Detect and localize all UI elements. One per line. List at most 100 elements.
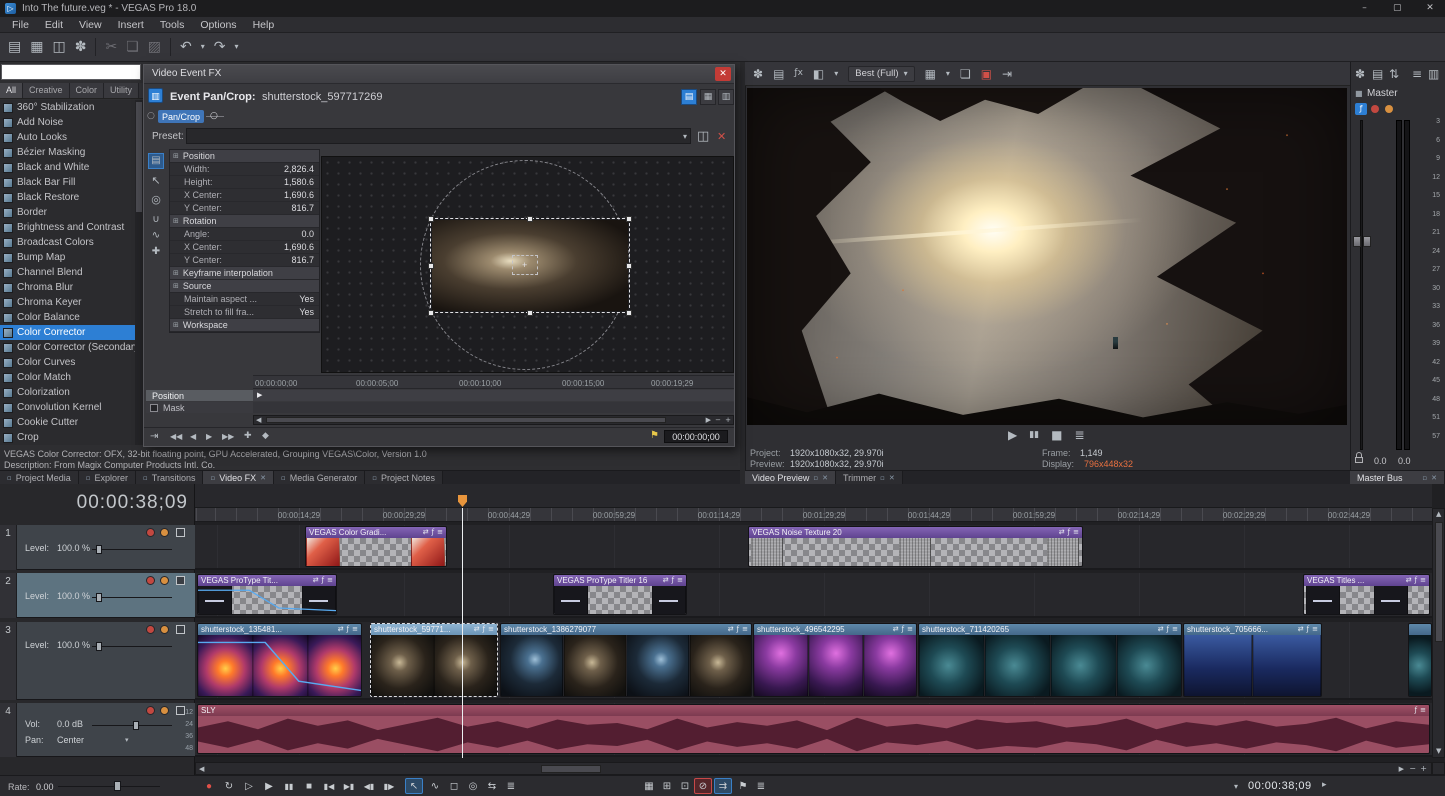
event-fx-icon[interactable]: ƒ <box>902 626 904 633</box>
fx-list-item[interactable]: Channel Blend <box>0 265 143 280</box>
level-value[interactable]: 100.0 % <box>57 591 90 601</box>
timeline-event-protype-titler-16[interactable]: ≡ƒ⇄VEGAS ProType Titler 16 <box>553 574 687 615</box>
next-frame-button[interactable]: ▮▶ <box>380 778 398 794</box>
fx-list-item[interactable]: Brightness and Contrast <box>0 220 143 235</box>
event-stretch-icon[interactable]: ⇄ <box>893 626 899 633</box>
crop-handle[interactable] <box>428 216 434 222</box>
crop-handle[interactable] <box>527 216 533 222</box>
transport-timecode-display[interactable]: 00:00:38;09 <box>1248 780 1312 792</box>
edit-tool-menu-button[interactable]: ≣ <box>502 778 520 794</box>
menu-view[interactable]: View <box>71 19 110 31</box>
property-group-rotation[interactable]: ⊞Rotation <box>170 215 319 228</box>
property-value[interactable]: 2,826.4 <box>284 164 314 174</box>
enable-snapping-button[interactable]: ▦ <box>640 778 658 794</box>
timeline-event-shutterstock-2[interactable]: ≡ƒ⇄shutterstock_1386279077 <box>500 623 752 697</box>
master-fx-chain-icon[interactable]: ƒ <box>1355 103 1367 115</box>
event-menu-icon[interactable]: ≡ <box>352 626 358 633</box>
expand-icon[interactable]: ⊞ <box>173 153 179 160</box>
normal-edit-tool-button[interactable]: ↖ <box>405 778 423 794</box>
undo-icon[interactable]: ↶ <box>180 40 192 54</box>
zoom-edit-tool-icon[interactable]: ◎ <box>148 191 164 207</box>
stop-button[interactable]: ■ <box>300 778 318 794</box>
pause-icon[interactable]: ▮▮ <box>1029 431 1039 441</box>
first-keyframe-icon[interactable]: ◀◀ <box>170 433 182 441</box>
track-fx-button[interactable] <box>176 576 185 585</box>
property-group-position[interactable]: ⊞Position <box>170 150 319 163</box>
level-slider-handle[interactable] <box>96 545 102 554</box>
fx-list-item[interactable]: 360° Stabilization <box>0 100 143 115</box>
playhead-cursor[interactable] <box>462 508 463 758</box>
scrollbar-thumb[interactable] <box>266 417 666 423</box>
crop-center-crosshair[interactable]: + <box>522 260 527 270</box>
kf-cursor-icon[interactable]: ▶ <box>257 392 262 399</box>
menu-file[interactable]: File <box>4 19 37 31</box>
track-number[interactable]: 3 <box>0 622 17 700</box>
timeline-event-audio-sly[interactable]: ≡ƒSLY <box>197 704 1430 754</box>
volume-slider-handle[interactable] <box>133 721 139 730</box>
tab-creative[interactable]: Creative <box>23 83 70 98</box>
redo-dropdown-icon[interactable]: ▾ <box>234 43 238 51</box>
master-fader-handle-left[interactable] <box>1353 236 1361 247</box>
menu-edit[interactable]: Edit <box>37 19 71 31</box>
fx-list-item[interactable]: Crop <box>0 430 143 445</box>
fx-list-item[interactable]: Color Curves <box>0 355 143 370</box>
title-bar[interactable]: ▷ Into The future.veg * - VEGAS Pro 18.0… <box>0 0 1445 17</box>
event-menu-icon[interactable]: ≡ <box>1073 529 1079 536</box>
previous-keyframe-icon[interactable]: ◀ <box>190 433 196 441</box>
event-menu-icon[interactable]: ≡ <box>1172 626 1178 633</box>
crop-handle[interactable] <box>626 310 632 316</box>
undock-icon[interactable]: ▫ <box>1422 475 1427 482</box>
kf-row-mask-label[interactable]: Mask <box>146 402 253 413</box>
fx-list-item[interactable]: Border <box>0 205 143 220</box>
event-fx-icon[interactable]: ƒ <box>483 626 485 633</box>
master-fader-value-right[interactable]: 0.0 <box>1398 456 1411 466</box>
kf-timeline-scrollbar[interactable]: ◀ ▶ − + <box>253 415 734 425</box>
stop-icon[interactable]: ■ <box>1051 429 1062 441</box>
zoom-out-icon[interactable]: − <box>715 417 721 424</box>
timeline-event-partial[interactable] <box>1408 623 1432 697</box>
scrollbar-thumb[interactable] <box>1435 522 1443 642</box>
volume-value[interactable]: 0.0 dB <box>57 719 83 729</box>
master-meter-options-icon[interactable]: ▥ <box>1428 68 1439 80</box>
fx-list-item[interactable]: Convolution Kernel <box>0 400 143 415</box>
track-automation-button[interactable] <box>160 576 169 585</box>
next-keyframe-icon[interactable]: ▶ <box>206 433 212 441</box>
crop-handle[interactable] <box>428 310 434 316</box>
layout-grid-icon[interactable]: ▦ <box>700 89 716 105</box>
fx-list-scrollbar[interactable] <box>135 100 143 445</box>
slip-tool-button[interactable]: ⇆ <box>483 778 501 794</box>
zoom-edit-tool-button[interactable]: ◎ <box>464 778 482 794</box>
maximize-button[interactable]: ▢ <box>1382 0 1412 17</box>
tab-all[interactable]: All <box>0 83 23 98</box>
event-stretch-icon[interactable]: ⇄ <box>338 626 344 633</box>
preview-project-icon[interactable]: ▤ <box>773 68 784 80</box>
overlays-dropdown-icon[interactable]: ▾ <box>946 70 950 78</box>
property-row[interactable]: X Center:1,690.6 <box>170 189 319 202</box>
fx-window-titlebar[interactable]: Video Event FX <box>144 65 734 84</box>
track-automation-button[interactable] <box>160 706 169 715</box>
insert-keyframe-icon[interactable]: ✚ <box>244 432 252 441</box>
property-row[interactable]: Width:2,826.4 <box>170 163 319 176</box>
property-group-source[interactable]: ⊞Source <box>170 280 319 293</box>
property-value[interactable]: 1,690.6 <box>284 242 314 252</box>
minimize-button[interactable]: – <box>1349 0 1379 17</box>
scroll-left-icon[interactable]: ◀ <box>199 766 204 773</box>
fx-list-item[interactable]: Add Noise <box>0 115 143 130</box>
event-menu-icon[interactable]: ≡ <box>1420 707 1426 714</box>
fx-search-input[interactable] <box>1 64 141 80</box>
fx-list-item[interactable]: Cookie Cutter <box>0 415 143 430</box>
scroll-down-icon[interactable]: ▼ <box>1436 748 1441 755</box>
project-properties-icon[interactable]: ✽ <box>75 40 87 54</box>
property-row[interactable]: Y Center:816.7 <box>170 202 319 215</box>
property-value[interactable]: Yes <box>299 307 314 317</box>
auto-ripple-button[interactable]: ⇉ <box>714 778 732 794</box>
keyframe-icon[interactable]: ◆ <box>262 432 269 441</box>
track-arm-button[interactable] <box>146 706 155 715</box>
menu-options[interactable]: Options <box>192 19 244 31</box>
playback-options-icon[interactable]: ≣ <box>1074 429 1084 441</box>
preview-fx-icon[interactable]: ƒx <box>794 69 803 78</box>
timeline-event-shutterstock-selected[interactable]: ≡ƒ⇄shutterstock_59771... <box>370 623 498 697</box>
timeline-vertical-scrollbar[interactable]: ▲ ▼ <box>1432 508 1445 758</box>
tab-trimmer[interactable]: Trimmer▫✕ <box>836 471 903 485</box>
property-group-keyframe-interpolation[interactable]: ⊞Keyframe interpolation <box>170 267 319 280</box>
